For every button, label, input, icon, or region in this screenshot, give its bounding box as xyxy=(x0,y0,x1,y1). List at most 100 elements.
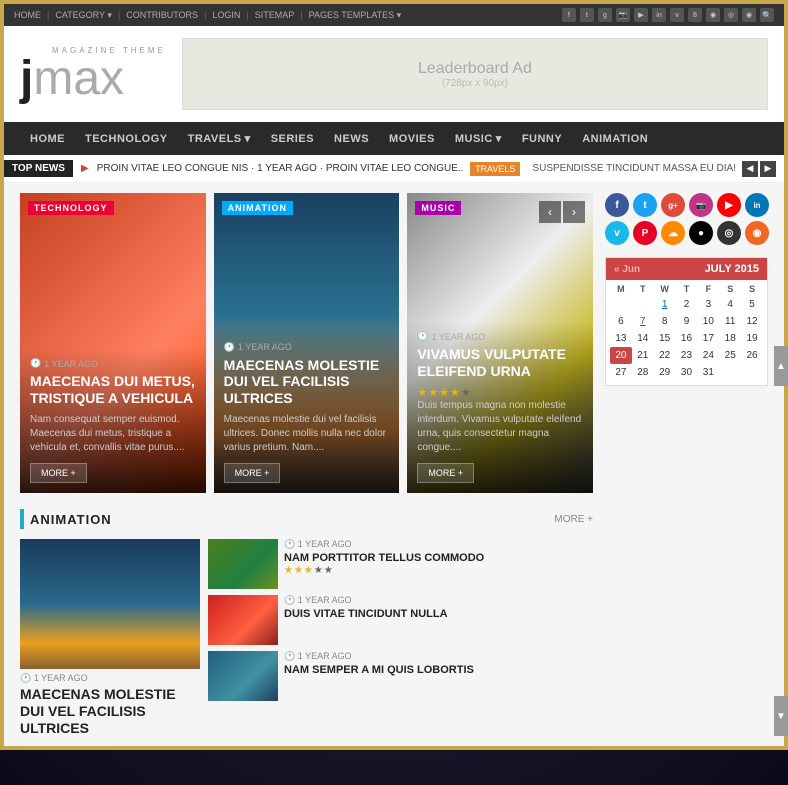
ticker-prev-btn[interactable]: ◀ xyxy=(742,161,758,177)
calendar-day[interactable]: 29 xyxy=(654,364,676,381)
carousel-next-arrow[interactable]: › xyxy=(563,201,585,223)
sidebar-social-youtube[interactable]: ▶ xyxy=(717,193,741,217)
sidebar-social-vimeo[interactable]: v xyxy=(605,221,629,245)
nav-news[interactable]: NEWS xyxy=(324,123,379,155)
calendar-day xyxy=(719,364,741,381)
sidebar-social-twitter[interactable]: t xyxy=(633,193,657,217)
calendar-day[interactable]: 15 xyxy=(654,330,676,347)
social-facebook-icon[interactable]: f xyxy=(562,8,576,22)
calendar-today[interactable]: 20 xyxy=(610,347,632,364)
ticker-arrow: ▶ xyxy=(81,163,89,174)
social-rss-icon[interactable]: ◉ xyxy=(742,8,756,22)
social-gh-icon[interactable]: ◎ xyxy=(724,8,738,22)
calendar-day[interactable]: 30 xyxy=(676,364,698,381)
calendar-day[interactable]: 26 xyxy=(741,347,763,364)
topbar-nav-login[interactable]: LOGIN xyxy=(212,10,240,20)
sidebar-social-pinterest[interactable]: P xyxy=(633,221,657,245)
nav-travels[interactable]: TRAVELS ▾ xyxy=(178,122,261,155)
calendar-day[interactable]: 14 xyxy=(632,330,654,347)
top-bar: HOME | CATEGORY ▾ | CONTRIBUTORS | LOGIN… xyxy=(4,4,784,26)
social-youtube-icon[interactable]: ▶ xyxy=(634,8,648,22)
scrollbar-handle-down[interactable]: ▼ xyxy=(774,696,788,736)
calendar-day[interactable]: 2 xyxy=(676,296,698,313)
scrollbar-handle[interactable]: ▲ xyxy=(774,346,788,386)
topbar-nav-category[interactable]: CATEGORY ▾ xyxy=(55,10,112,21)
technology-card-time: 🕐 1 YEAR AGO xyxy=(30,358,196,369)
sidebar-social-facebook[interactable]: f xyxy=(605,193,629,217)
sidebar-social-rss[interactable]: ◉ xyxy=(745,221,769,245)
calendar-day[interactable]: 10 xyxy=(697,313,719,330)
calendar-day[interactable]: 8 xyxy=(654,313,676,330)
sidebar-social-gplus[interactable]: g+ xyxy=(661,193,685,217)
sidebar-social-instagram[interactable]: 📷 xyxy=(689,193,713,217)
calendar-day[interactable]: 9 xyxy=(676,313,698,330)
clock-icon: 🕐 xyxy=(284,595,295,605)
animation-item-2-time: 🕐 1 YEAR AGO xyxy=(284,595,593,606)
calendar-day[interactable]: 23 xyxy=(676,347,698,364)
technology-more-button[interactable]: MORE + xyxy=(30,463,87,483)
social-8-icon[interactable]: 8 xyxy=(688,8,702,22)
calendar-day[interactable]: 1 xyxy=(654,296,676,313)
topbar-nav-pages[interactable]: PAGES TEMPLATES ▾ xyxy=(309,10,402,21)
animation-card-desc: Maecenas molestie dui vel facilisis ultr… xyxy=(224,413,390,455)
nav-series[interactable]: SERIES xyxy=(261,123,324,155)
calendar-day[interactable]: 12 xyxy=(741,313,763,330)
technology-card-overlay: 🕐 1 YEAR AGO MAECENAS DUI METUS, TRISTIQ… xyxy=(20,348,206,493)
music-category-badge: MUSIC xyxy=(415,201,461,215)
calendar-day[interactable]: 5 xyxy=(741,296,763,313)
calendar-day[interactable]: 31 xyxy=(697,364,719,381)
logo[interactable]: MAGAZINE THEME jmax xyxy=(20,46,166,103)
calendar-day[interactable]: 18 xyxy=(719,330,741,347)
calendar-prev-button[interactable]: « Jun xyxy=(614,264,640,275)
music-more-button[interactable]: MORE + xyxy=(417,463,474,483)
calendar-day[interactable]: 22 xyxy=(654,347,676,364)
sidebar-social-github[interactable]: ◎ xyxy=(717,221,741,245)
animation-item-1-info: 🕐 1 YEAR AGO NAM PORTTITOR TELLUS COMMOD… xyxy=(284,539,593,576)
calendar-day[interactable]: 21 xyxy=(632,347,654,364)
calendar-day[interactable]: 4 xyxy=(719,296,741,313)
animation-more-button[interactable]: MORE + xyxy=(224,463,281,483)
calendar-days: 1 2 3 4 5 6 7 8 9 10 11 12 13 14 xyxy=(610,296,763,381)
calendar-day[interactable]: 6 xyxy=(610,313,632,330)
social-twitter-icon[interactable]: t xyxy=(580,8,594,22)
nav-movies[interactable]: MOVIES xyxy=(379,123,445,155)
social-instagram-icon[interactable]: 📷 xyxy=(616,8,630,22)
topbar-nav-sitemap[interactable]: SITEMAP xyxy=(255,10,295,20)
calendar-day[interactable]: 17 xyxy=(697,330,719,347)
nav-music[interactable]: MUSIC ▾ xyxy=(445,122,512,155)
calendar-day[interactable]: 16 xyxy=(676,330,698,347)
clock-icon: 🕐 xyxy=(30,358,41,369)
calendar-day[interactable]: 3 xyxy=(697,296,719,313)
logo-max: max xyxy=(33,55,124,103)
calendar-day[interactable]: 7 xyxy=(632,313,654,330)
animation-main-title: MAECENAS MOLESTIE DUI VEL FACILISIS ULTR… xyxy=(20,686,200,736)
social-spotify-icon[interactable]: ◉ xyxy=(706,8,720,22)
nav-technology[interactable]: TECHNOLOGY xyxy=(75,123,178,155)
social-linkedin-icon[interactable]: in xyxy=(652,8,666,22)
sidebar-social-soundcloud[interactable]: ☁ xyxy=(661,221,685,245)
sidebar-social-linkedin[interactable]: in xyxy=(745,193,769,217)
social-gplus-icon[interactable]: g xyxy=(598,8,612,22)
social-vimeo-icon[interactable]: v xyxy=(670,8,684,22)
animation-category-badge: ANIMATION xyxy=(222,201,293,215)
carousel-prev-arrow[interactable]: ‹ xyxy=(539,201,561,223)
ticker-next-btn[interactable]: ▶ xyxy=(760,161,776,177)
sidebar: f t g+ 📷 ▶ in v P ☁ ● ◎ ◉ « Jun JULY 201… xyxy=(593,193,768,736)
calendar-day[interactable]: 19 xyxy=(741,330,763,347)
topbar-nav-contributors[interactable]: CONTRIBUTORS xyxy=(126,10,198,20)
calendar-day[interactable]: 13 xyxy=(610,330,632,347)
calendar-day[interactable]: 24 xyxy=(697,347,719,364)
sidebar-social-spotify[interactable]: ● xyxy=(689,221,713,245)
calendar-day[interactable]: 28 xyxy=(632,364,654,381)
outer-border: HOME | CATEGORY ▾ | CONTRIBUTORS | LOGIN… xyxy=(0,0,788,750)
calendar-day[interactable]: 27 xyxy=(610,364,632,381)
calendar-day[interactable]: 11 xyxy=(719,313,741,330)
topbar-nav-home[interactable]: HOME xyxy=(14,10,41,20)
calendar-day[interactable]: 25 xyxy=(719,347,741,364)
leaderboard-ad: Leaderboard Ad (728px x 90px) xyxy=(182,38,768,110)
nav-animation[interactable]: ANIMATION xyxy=(572,123,658,155)
animation-more-link[interactable]: MORE + xyxy=(554,514,593,525)
nav-funny[interactable]: FUNNY xyxy=(512,123,572,155)
nav-home[interactable]: HOME xyxy=(20,123,75,155)
search-icon[interactable]: 🔍 xyxy=(760,8,774,22)
